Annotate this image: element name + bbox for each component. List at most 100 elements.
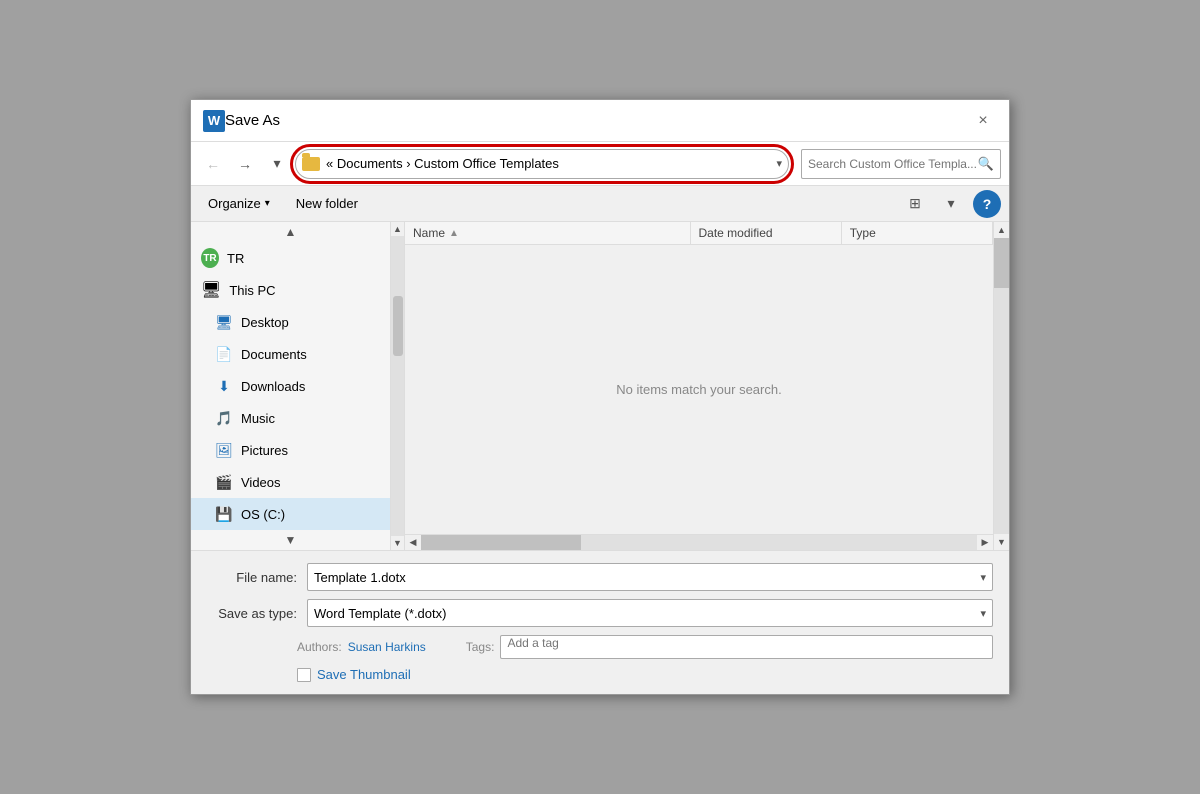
tags-input[interactable]	[507, 636, 986, 650]
vert-scroll-down[interactable]: ▼	[994, 534, 1009, 550]
thumbnail-row: Save Thumbnail	[297, 667, 993, 682]
horizontal-scrollbar: ◀ ▶	[405, 534, 993, 550]
meta-row: Authors: Susan Harkins Tags:	[207, 635, 993, 659]
authors-label: Authors:	[297, 640, 342, 654]
close-button[interactable]: ×	[969, 107, 997, 135]
pc-icon: 🖥	[201, 280, 221, 300]
sidebar-label-music: Music	[241, 411, 275, 426]
col-type-label: Type	[850, 226, 876, 240]
sidebar-label-os-c: OS (C:)	[241, 507, 285, 522]
sort-arrow-icon: ▲	[449, 228, 459, 239]
thumbnail-checkbox-label[interactable]: Save Thumbnail	[297, 667, 411, 682]
form-area: File name: ▾ Save as type: Word Template…	[191, 550, 1009, 694]
sidebar-scroll-thumb[interactable]	[393, 296, 403, 356]
col-header-type[interactable]: Type	[842, 222, 993, 244]
save-type-dropdown-arrow[interactable]: ▾	[980, 607, 986, 620]
thumbnail-label: Save Thumbnail	[317, 667, 411, 682]
view-arrow-button[interactable]: ▾	[937, 190, 965, 218]
empty-message: No items match your search.	[616, 382, 781, 397]
sidebar-item-label-tr: TR	[227, 251, 244, 266]
save-type-label: Save as type:	[207, 606, 307, 621]
sidebar-scroll-down[interactable]: ▼	[191, 530, 390, 550]
new-folder-button[interactable]: New folder	[287, 192, 367, 215]
view-icon: ⊞	[909, 195, 921, 212]
nav-dropdown-button[interactable]: ▾	[263, 150, 291, 178]
videos-icon: 🎬	[215, 473, 233, 491]
organize-label: Organize	[208, 196, 261, 211]
file-name-dropdown-arrow[interactable]: ▾	[980, 571, 986, 584]
sidebar: ▲ TR TR 🖥 This PC 🖥 Desktop 📄 Do	[191, 222, 391, 550]
sidebar-scroll-track	[391, 236, 404, 536]
folder-icon	[302, 157, 320, 171]
search-icon[interactable]: 🔍	[978, 156, 994, 172]
this-pc-label: This PC	[229, 283, 275, 298]
word-icon: W	[203, 110, 225, 132]
os-c-icon: 💾	[215, 505, 233, 523]
save-type-control[interactable]: Word Template (*.dotx) ▾	[307, 599, 993, 627]
file-name-row: File name: ▾	[207, 563, 993, 591]
nav-bar: ← → ▾ « Documents › Custom Office Templa…	[191, 142, 1009, 186]
col-header-date[interactable]: Date modified	[691, 222, 842, 244]
sidebar-item-this-pc[interactable]: 🖥 This PC	[191, 274, 390, 306]
save-type-row: Save as type: Word Template (*.dotx) ▾	[207, 599, 993, 627]
tr-icon: TR	[201, 249, 219, 267]
back-button[interactable]: ←	[199, 150, 227, 178]
scroll-track	[421, 535, 977, 550]
col-header-name[interactable]: Name ▲	[405, 222, 691, 244]
sidebar-item-os-c[interactable]: 💾 OS (C:)	[191, 498, 390, 530]
sidebar-scroll-up[interactable]: ▲	[191, 222, 390, 242]
sidebar-item-tr[interactable]: TR TR	[191, 242, 390, 274]
col-name-label: Name	[413, 226, 445, 240]
dialog-title: Save As	[225, 112, 969, 129]
view-button[interactable]: ⊞	[901, 190, 929, 218]
organize-arrow-icon: ▾	[265, 198, 270, 209]
col-date-label: Date modified	[699, 226, 773, 240]
desktop-icon: 🖥	[215, 313, 233, 331]
toolbar: Organize ▾ New folder ⊞ ▾ ?	[191, 186, 1009, 222]
music-icon: 🎵	[215, 409, 233, 427]
file-name-input[interactable]	[314, 570, 980, 585]
save-type-value: Word Template (*.dotx)	[314, 606, 446, 621]
scroll-right-arrow[interactable]: ▶	[977, 535, 993, 551]
title-bar: W Save As ×	[191, 100, 1009, 142]
sidebar-label-pictures: Pictures	[241, 443, 288, 458]
scroll-left-arrow[interactable]: ◀	[405, 535, 421, 551]
vert-scroll-thumb[interactable]	[994, 238, 1009, 288]
sidebar-item-pictures[interactable]: 🖼 Pictures	[191, 434, 390, 466]
documents-icon: 📄	[215, 345, 233, 363]
forward-button[interactable]: →	[231, 150, 259, 178]
breadcrumb-chevron-icon: ▾	[776, 157, 782, 170]
sidebar-item-desktop[interactable]: 🖥 Desktop	[191, 306, 390, 338]
sidebar-label-videos: Videos	[241, 475, 281, 490]
tags-label: Tags:	[466, 640, 495, 654]
organize-button[interactable]: Organize ▾	[199, 192, 279, 215]
main-area: ▲ TR TR 🖥 This PC 🖥 Desktop 📄 Do	[191, 222, 1009, 550]
sidebar-item-downloads[interactable]: ⬇ Downloads	[191, 370, 390, 402]
file-list: Name ▲ Date modified Type No items match…	[405, 222, 993, 550]
sidebar-label-downloads: Downloads	[241, 379, 305, 394]
file-list-body: No items match your search.	[405, 245, 993, 534]
file-name-control[interactable]: ▾	[307, 563, 993, 591]
new-folder-label: New folder	[296, 196, 358, 211]
search-input[interactable]	[808, 157, 978, 171]
tags-input-container[interactable]	[500, 635, 993, 659]
vert-scroll-up[interactable]: ▲	[994, 222, 1009, 238]
file-name-label: File name:	[207, 570, 307, 585]
thumbnail-checkbox[interactable]	[297, 668, 311, 682]
sidebar-item-music[interactable]: 🎵 Music	[191, 402, 390, 434]
breadcrumb-path: « Documents › Custom Office Templates	[326, 156, 772, 171]
scroll-thumb[interactable]	[421, 535, 581, 550]
sidebar-scroll-up-arrow[interactable]: ▲	[393, 222, 402, 236]
breadcrumb[interactable]: « Documents › Custom Office Templates ▾	[295, 149, 789, 179]
file-list-header: Name ▲ Date modified Type	[405, 222, 993, 245]
help-button[interactable]: ?	[973, 190, 1001, 218]
sidebar-item-videos[interactable]: 🎬 Videos	[191, 466, 390, 498]
sidebar-scrollbar: ▲ ▼	[391, 222, 405, 550]
vert-scroll-track	[994, 238, 1009, 534]
search-box[interactable]: 🔍	[801, 149, 1001, 179]
view-arrow-icon: ▾	[947, 195, 954, 212]
sidebar-label-desktop: Desktop	[241, 315, 289, 330]
sidebar-item-documents[interactable]: 📄 Documents	[191, 338, 390, 370]
sidebar-scroll-down-arrow[interactable]: ▼	[393, 536, 402, 550]
authors-value[interactable]: Susan Harkins	[348, 640, 426, 654]
